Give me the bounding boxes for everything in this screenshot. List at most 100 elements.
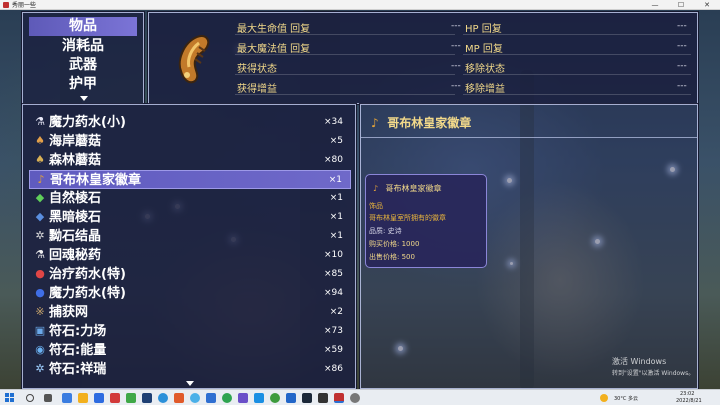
item-quantity: ×59	[324, 345, 343, 355]
tooltip-buy-price: 购买价格: 1000	[369, 240, 420, 248]
wechat-icon[interactable]	[270, 393, 280, 403]
category-armor[interactable]: 护甲	[29, 75, 137, 94]
stat-gain-state-value: ---	[451, 61, 461, 71]
app-icon[interactable]	[206, 393, 216, 403]
item-name: 黑暗棱石	[49, 210, 102, 225]
item-row[interactable]: ✲ 符石:祥瑞 ×86	[29, 360, 351, 379]
item-name: 海岸蘑菇	[49, 134, 102, 149]
search-icon[interactable]	[26, 394, 34, 402]
item-stats-panel: 最大生命值 回复 --- HP 回复 --- 最大魔法值 回复 --- MP 回…	[148, 12, 698, 104]
small-mana-potion-icon: ⚗	[35, 115, 45, 128]
app-icon	[3, 1, 9, 8]
healing-potion-icon: ●	[35, 267, 45, 280]
goblin-royal-badge-icon: ♪	[37, 173, 45, 186]
item-quantity: ×2	[329, 307, 343, 317]
stat-separator	[235, 34, 455, 35]
app-icon[interactable]	[94, 393, 104, 403]
item-quantity: ×34	[324, 117, 343, 127]
app-icon[interactable]	[158, 393, 168, 403]
app-icon[interactable]	[110, 393, 120, 403]
item-row[interactable]: ▣ 符石:力场 ×73	[29, 322, 351, 341]
tooltip-title: ♪ 哥布林皇家徽章	[373, 183, 442, 194]
stat-separator	[235, 74, 455, 75]
stat-remove-state-label: 移除状态	[465, 64, 505, 75]
watermark-line1: 激活 Windows	[612, 357, 667, 366]
app-icon[interactable]	[286, 393, 296, 403]
app-icon[interactable]	[238, 393, 248, 403]
stat-separator	[463, 34, 691, 35]
app-icon[interactable]	[174, 393, 184, 403]
item-row[interactable]: ● 治疗药水(特) ×85	[29, 265, 351, 284]
minimize-icon[interactable]: —	[642, 1, 668, 9]
task-view-icon[interactable]	[44, 394, 52, 402]
app-icon[interactable]	[222, 393, 232, 403]
clock-time[interactable]: 23:02	[680, 391, 694, 397]
app-icon[interactable]	[126, 393, 136, 403]
rune-energy-icon: ◉	[35, 343, 45, 356]
start-icon[interactable]	[5, 393, 15, 403]
item-row[interactable]: ✲ 黝石结晶 ×1	[29, 227, 351, 246]
rune-auspicious-icon: ✲	[35, 362, 45, 375]
item-row[interactable]: ◆ 自然棱石 ×1	[29, 189, 351, 208]
dark-prism-icon: ◆	[35, 210, 45, 223]
weather-icon	[600, 394, 608, 402]
taskbar: 30°C 多云 23:02 2022/8/21	[0, 389, 720, 405]
category-weapons[interactable]: 武器	[29, 56, 137, 75]
window-titlebar: 秀丽一些 — ☐ ✕	[0, 0, 720, 10]
tooltip-description: 哥布林皇室所拥有的徽章	[369, 214, 446, 222]
detail-separator	[361, 137, 697, 138]
item-list-panel: ⚗ 魔力药水(小) ×34 ♠ 海岸蘑菇 ×5 ♠ 森林蘑菇 ×80 ♪ 哥布林…	[22, 104, 356, 389]
item-quantity: ×94	[324, 288, 343, 298]
app-icon[interactable]	[254, 393, 264, 403]
item-row[interactable]: ⚗ 魔力药水(小) ×34	[29, 113, 351, 132]
stat-separator	[463, 74, 691, 75]
app-icon[interactable]	[318, 393, 328, 403]
item-quantity: ×5	[329, 136, 343, 146]
window-title: 秀丽一些	[12, 2, 37, 9]
category-consumables[interactable]: 消耗品	[29, 37, 137, 56]
item-name: 自然棱石	[49, 191, 102, 206]
item-quantity: ×1	[328, 175, 342, 185]
item-row[interactable]: ⚗ 回魂秘药 ×10	[29, 246, 351, 265]
game-taskbar-icon[interactable]	[334, 393, 344, 403]
close-icon[interactable]: ✕	[694, 1, 720, 9]
item-quantity: ×1	[329, 193, 343, 203]
activation-watermark: 激活 Windows 转到"设置"以激活 Windows。	[612, 356, 694, 377]
file-explorer-icon[interactable]	[78, 393, 88, 403]
capture-net-icon: ※	[35, 305, 45, 318]
item-row[interactable]: ◆ 黑暗棱石 ×1	[29, 208, 351, 227]
tooltip-quality: 品质: 史诗	[369, 227, 402, 235]
category-panel: 物品 消耗品 武器 护甲	[22, 12, 144, 104]
revive-elixir-icon: ⚗	[35, 248, 45, 261]
item-row-selected[interactable]: ♪ 哥布林皇家徽章 ×1	[29, 170, 351, 189]
app-icon[interactable]	[142, 393, 152, 403]
item-quantity: ×86	[324, 364, 343, 374]
item-quantity: ×1	[329, 212, 343, 222]
browser-icon[interactable]	[62, 393, 72, 403]
clock-date[interactable]: 2022/8/21	[676, 398, 702, 404]
maximize-icon[interactable]: ☐	[668, 1, 694, 9]
item-row[interactable]: ※ 捕获网 ×2	[29, 303, 351, 322]
goblin-royal-badge-icon: ♪	[371, 116, 379, 130]
steam-icon[interactable]	[302, 393, 312, 403]
scroll-down-arrow-icon[interactable]	[186, 381, 194, 386]
stat-max-hp-label: 最大生命值 回复	[237, 24, 311, 35]
item-name: 治疗药水(特)	[49, 267, 126, 282]
item-row[interactable]: ♠ 海岸蘑菇 ×5	[29, 132, 351, 151]
item-row[interactable]: ● 魔力药水(特) ×94	[29, 284, 351, 303]
item-name: 回魂秘药	[49, 248, 102, 263]
item-quantity: ×85	[324, 269, 343, 279]
scroll-down-arrow-icon[interactable]	[80, 96, 88, 101]
item-quantity: ×1	[329, 231, 343, 241]
item-row[interactable]: ◉ 符石:能量 ×59	[29, 341, 351, 360]
detail-header: ♪ 哥布林皇家徽章	[371, 114, 471, 131]
stat-mp-value: ---	[677, 41, 687, 51]
stat-max-mp-value: ---	[451, 41, 461, 51]
app-icon[interactable]	[190, 393, 200, 403]
app-icon[interactable]	[350, 393, 360, 403]
item-name: 魔力药水(特)	[49, 286, 126, 301]
stat-separator	[463, 94, 691, 95]
weather-text: 30°C 多云	[614, 396, 638, 402]
item-row[interactable]: ♠ 森林蘑菇 ×80	[29, 151, 351, 170]
category-items[interactable]: 物品	[29, 17, 137, 36]
